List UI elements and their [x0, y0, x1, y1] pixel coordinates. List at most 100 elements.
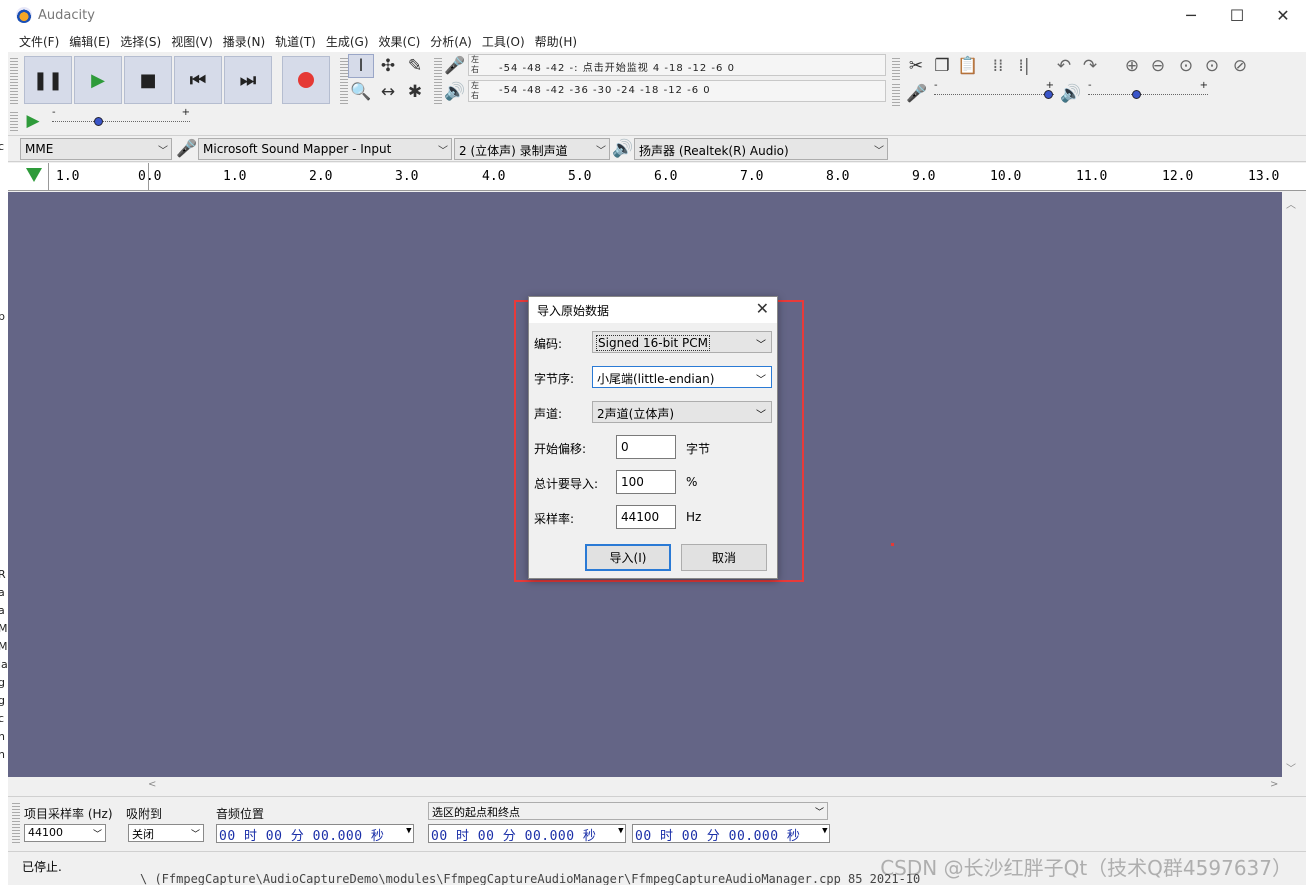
play-button[interactable]: ▶: [74, 56, 122, 104]
audio-host-select[interactable]: MME ﹀: [20, 138, 172, 160]
redo-icon[interactable]: ↷: [1078, 54, 1102, 78]
cut-icon[interactable]: ✂: [904, 54, 928, 78]
silence-icon[interactable]: ⁞|: [1012, 54, 1036, 78]
recording-channels-select[interactable]: 2 (立体声) 录制声道 ﹀: [454, 138, 610, 160]
envelope-tool-icon[interactable]: ✣: [375, 54, 401, 78]
recording-device-select[interactable]: Microsoft Sound Mapper - Input ﹀: [198, 138, 452, 160]
encoding-select[interactable]: Signed 16-bit PCM ﹀: [592, 331, 772, 353]
audio-position-time[interactable]: 00 时 00 分 00.000 秒 ▼: [216, 824, 414, 843]
slider-knob[interactable]: [1132, 90, 1141, 99]
chevron-down-icon: ﹀: [756, 340, 766, 351]
draw-tool-icon[interactable]: ✎: [402, 54, 428, 78]
multi-tool-icon[interactable]: ✱: [402, 80, 428, 104]
toolbar-grip[interactable]: [12, 801, 20, 845]
maximize-button[interactable]: ☐: [1214, 0, 1260, 30]
record-button[interactable]: [282, 56, 330, 104]
chevron-down-icon: ﹀: [190, 830, 200, 840]
cancel-button[interactable]: 取消: [681, 544, 767, 571]
menu-analyze[interactable]: 分析(A): [425, 33, 477, 50]
skip-start-button[interactable]: ⏮: [174, 56, 222, 104]
recording-device-mic-icon: 🎤: [176, 139, 198, 159]
scroll-left-icon[interactable]: <: [148, 779, 156, 790]
sample-rate-input[interactable]: 44100: [616, 505, 676, 529]
amount-input[interactable]: 100: [616, 470, 676, 494]
slider-track: [1088, 94, 1208, 95]
play-at-speed-icon[interactable]: ▶: [20, 109, 46, 133]
byte-order-select[interactable]: 小尾端(little-endian) ﹀: [592, 366, 772, 388]
channels-select[interactable]: 2声道(立体声) ﹀: [592, 401, 772, 423]
menu-effect[interactable]: 效果(C): [374, 33, 426, 50]
start-offset-label: 开始偏移:: [534, 442, 587, 456]
dialog-close-icon[interactable]: ✕: [756, 299, 769, 318]
dialog-title-bar[interactable]: 导入原始数据 ✕: [529, 297, 777, 323]
skip-end-button[interactable]: ⏭: [224, 56, 272, 104]
import-button[interactable]: 导入(I): [585, 544, 671, 571]
menu-generate[interactable]: 生成(G): [321, 33, 374, 50]
chevron-down-icon[interactable]: ▼: [822, 826, 828, 836]
slider-knob[interactable]: [1044, 90, 1053, 99]
playback-device-select[interactable]: 扬声器 (Realtek(R) Audio) ﹀: [634, 138, 888, 160]
project-rate-select[interactable]: 44100 ﹀: [24, 824, 106, 842]
trim-icon[interactable]: ⁞⁞: [986, 54, 1010, 78]
slider-minus: -: [934, 80, 938, 91]
menu-help[interactable]: 帮助(H): [530, 33, 582, 50]
zoom-toggle-icon[interactable]: ⊘: [1228, 54, 1252, 78]
selection-mode-select[interactable]: 选区的起点和终点 ﹀: [428, 802, 828, 820]
slider-knob[interactable]: [94, 117, 103, 126]
paste-icon[interactable]: 📋: [956, 54, 980, 78]
undo-icon[interactable]: ↶: [1052, 54, 1076, 78]
chevron-down-icon[interactable]: ▼: [618, 826, 624, 836]
fit-project-icon[interactable]: ⊙: [1200, 54, 1224, 78]
red-marker: [891, 543, 894, 546]
menu-edit[interactable]: 编辑(E): [64, 33, 115, 50]
title-bar[interactable]: Audacity ─ ☐ ✕: [8, 0, 1306, 30]
selection-end-time[interactable]: 00 时 00 分 00.000 秒 ▼: [632, 824, 830, 843]
timeline-ruler[interactable]: 1.0 0.0 1.0 2.0 3.0 4.0 5.0 6.0 7.0 8.0 …: [8, 163, 1306, 191]
background-window-text: \ (FfmpegCapture\AudioCaptureDemo\module…: [140, 872, 921, 885]
encoding-label: 编码:: [534, 337, 563, 351]
record-meter-mic-icon[interactable]: 🎤: [442, 54, 468, 78]
scroll-right-icon[interactable]: >: [1270, 779, 1278, 790]
menu-view[interactable]: 视图(V): [166, 33, 218, 50]
scroll-up-icon[interactable]: ︿: [1286, 196, 1296, 211]
play-meter-speaker-icon[interactable]: 🔊: [442, 80, 468, 104]
toolbar-grip[interactable]: [10, 110, 18, 132]
play-head-triangle-icon[interactable]: [26, 168, 42, 182]
menu-file[interactable]: 文件(F): [14, 33, 64, 50]
chevron-down-icon[interactable]: ▼: [406, 826, 412, 836]
toolbar-grip[interactable]: [10, 56, 18, 106]
menu-tools[interactable]: 工具(O): [477, 33, 530, 50]
audio-position-label: 音频位置: [216, 807, 265, 821]
input-volume-slider[interactable]: - +: [934, 80, 1054, 100]
ruler-tick: 5.0: [568, 169, 592, 184]
menu-select[interactable]: 选择(S): [115, 33, 166, 50]
snap-to-select[interactable]: 关闭 ﹀: [128, 824, 204, 842]
horizontal-scrollbar[interactable]: < >: [8, 777, 1298, 794]
record-meter[interactable]: 左 右 -54 -48 -42 -: 点击开始监视 4 -18 -12 -6 0: [468, 54, 886, 76]
minimize-button[interactable]: ─: [1168, 0, 1214, 30]
pause-button[interactable]: ❚❚: [24, 56, 72, 104]
toolbar-grip[interactable]: [340, 56, 348, 106]
toolbar-grip[interactable]: [434, 56, 442, 106]
close-button[interactable]: ✕: [1260, 0, 1306, 30]
output-volume-speaker-icon: 🔊: [1060, 84, 1082, 104]
menu-tracks[interactable]: 轨道(T): [270, 33, 321, 50]
selection-tool-icon[interactable]: I: [348, 54, 374, 78]
copy-icon[interactable]: ❐: [930, 54, 954, 78]
selection-start-time[interactable]: 00 时 00 分 00.000 秒 ▼: [428, 824, 626, 843]
zoom-out-icon[interactable]: ⊖: [1146, 54, 1170, 78]
vertical-scrollbar[interactable]: ︿ ﹀: [1282, 192, 1298, 777]
scroll-down-icon[interactable]: ﹀: [1286, 760, 1296, 775]
fit-selection-icon[interactable]: ⊙: [1174, 54, 1198, 78]
menu-transport[interactable]: 播录(N): [218, 33, 270, 50]
output-volume-slider[interactable]: - +: [1088, 80, 1208, 100]
start-offset-input[interactable]: 0: [616, 435, 676, 459]
zoom-tool-icon[interactable]: 🔍: [348, 80, 374, 104]
play-meter[interactable]: 左 右 -54 -48 -42 -36 -30 -24 -18 -12 -6 0: [468, 80, 886, 102]
stop-button[interactable]: ■: [124, 56, 172, 104]
play-speed-slider[interactable]: - +: [52, 107, 190, 127]
toolbar-grip[interactable]: [892, 82, 900, 106]
timeshift-tool-icon[interactable]: ↔: [375, 80, 401, 104]
toolbar-grip[interactable]: [892, 56, 900, 80]
zoom-in-icon[interactable]: ⊕: [1120, 54, 1144, 78]
